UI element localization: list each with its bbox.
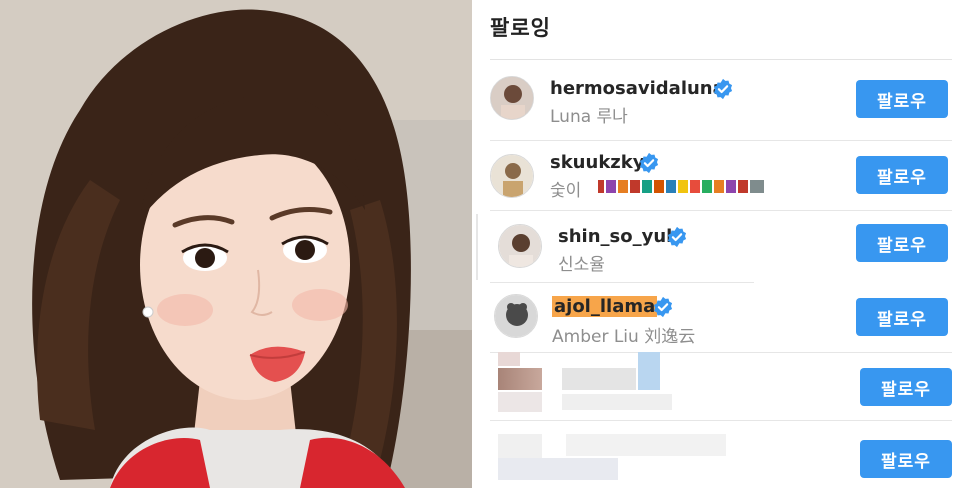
list-item[interactable]: hermosavidaluna Luna 루나 팔로우 [476, 66, 960, 138]
portrait-illustration [0, 0, 472, 488]
avatar[interactable] [498, 224, 542, 268]
emoji-icon [630, 180, 640, 193]
display-name: Amber Liu 刘逸云 [552, 327, 696, 347]
list-item[interactable]: ajol_llama Amber Liu 刘逸云 팔로우 [476, 286, 960, 347]
pixelated-username [562, 368, 636, 390]
emoji-icon [618, 180, 628, 193]
emoji-icon [666, 180, 676, 193]
page-title: 팔로잉 [490, 16, 551, 40]
username[interactable]: hermosavidaluna [550, 78, 725, 99]
pixelated-avatar [498, 434, 542, 458]
profile-photo [0, 0, 472, 488]
follow-button[interactable]: 팔로우 [860, 440, 952, 478]
dress-icon [690, 180, 700, 193]
follow-button[interactable]: 팔로우 [860, 368, 952, 406]
verified-badge-icon [713, 78, 733, 100]
pixelated-display-name [566, 434, 726, 456]
emoji-icon [714, 180, 724, 193]
verified-badge-icon [639, 152, 659, 174]
display-name: 숯이 [550, 181, 582, 201]
display-name: Luna 루나 [550, 107, 628, 127]
list-item[interactable]: skuukzky 숯이 팔로우 [476, 146, 960, 210]
avatar[interactable] [490, 76, 534, 120]
avatar-image [491, 77, 533, 119]
row-divider [490, 140, 952, 141]
emoji-icon [654, 180, 664, 193]
verified-badge-icon [667, 226, 687, 248]
avatar-image [495, 295, 537, 337]
title-divider [490, 59, 952, 60]
emoji-decoration [598, 180, 764, 193]
pixelated-avatar [498, 392, 542, 412]
following-panel: 팔로잉 hermosavidaluna Luna 루나 팔로우 skuukzky… [476, 0, 960, 488]
avatar-image [491, 155, 533, 197]
avatar-image [499, 225, 541, 267]
lipstick-icon [598, 180, 604, 193]
emoji-icon [606, 180, 616, 193]
list-item[interactable]: shin_so_yul 신소율 팔로우 [476, 214, 960, 280]
pixelated-username [498, 458, 618, 480]
username[interactable]: shin_so_yul [558, 226, 672, 247]
follow-button[interactable]: 팔로우 [856, 224, 948, 262]
avatar[interactable] [490, 154, 534, 198]
follow-button[interactable]: 팔로우 [856, 80, 948, 118]
pixelated-avatar [498, 368, 542, 390]
username[interactable]: skuukzky [550, 152, 644, 173]
row-divider [490, 210, 952, 211]
emoji-icon [738, 180, 748, 193]
display-name: 신소율 [558, 255, 605, 275]
row-edge [476, 214, 478, 280]
envelope-icon [750, 180, 764, 193]
pixelated-avatar [498, 352, 520, 366]
list-item-blurred[interactable]: 팔로우 [476, 346, 960, 418]
emoji-icon [726, 180, 736, 193]
emoji-icon [702, 180, 712, 193]
pixelated-display-name [562, 394, 672, 410]
verified-badge-icon [653, 296, 673, 318]
emoji-icon [642, 180, 652, 193]
follow-button[interactable]: 팔로우 [856, 298, 948, 336]
pixelated-badge [638, 352, 660, 390]
emoji-icon [678, 180, 688, 193]
username[interactable]: ajol_llama [552, 296, 658, 317]
list-item-blurred[interactable]: 팔로우 [476, 420, 960, 488]
avatar[interactable] [494, 294, 538, 338]
follow-button[interactable]: 팔로우 [856, 156, 948, 194]
row-divider [490, 282, 754, 283]
